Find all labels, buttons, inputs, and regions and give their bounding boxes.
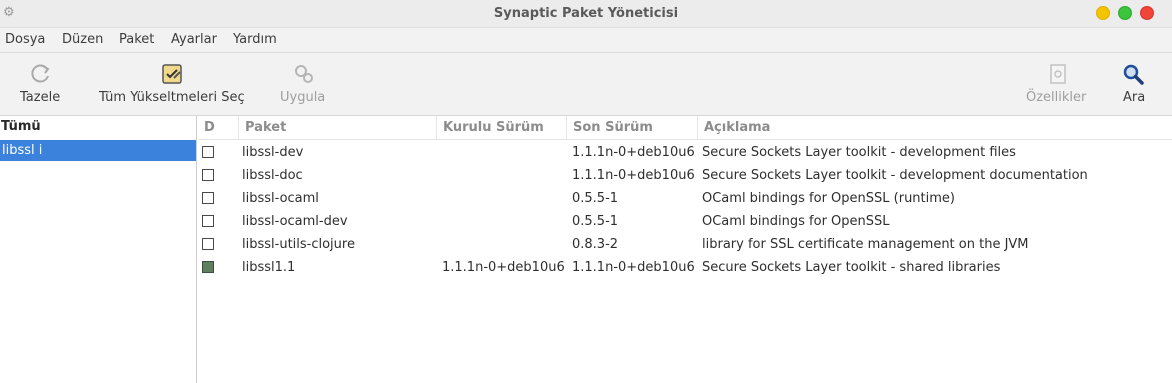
latest-version: 1.1.1n-0+deb10u6: [572, 145, 695, 160]
package-table: D Paket Kurulu Sürüm Son Sürüm Açıklama …: [198, 116, 1172, 383]
table-row[interactable]: libssl-doc 1.1.1n-0+deb10u6 Secure Sockets…: [198, 164, 1172, 187]
reload-button[interactable]: Tazele: [14, 53, 70, 116]
latest-version: 1.1.1n-0+deb10u6: [572, 260, 695, 275]
apply-gears-icon: [295, 65, 313, 83]
table-row[interactable]: libssl-dev 1.1.1n-0+deb10u6 Secure Sockets…: [198, 141, 1172, 164]
apply-button[interactable]: Uygula: [276, 53, 334, 116]
menu-edit[interactable]: Düzen: [62, 32, 103, 47]
column-status[interactable]: D: [198, 116, 238, 140]
package-name: libssl-ocaml: [242, 191, 319, 206]
column-package[interactable]: Paket: [238, 116, 436, 140]
column-installed-version[interactable]: Kurulu Sürüm: [436, 116, 566, 140]
package-name: libssl1.1: [242, 260, 296, 275]
column-description[interactable]: Açıklama: [697, 116, 1172, 140]
search-label: Ara: [1123, 90, 1146, 105]
search-icon: [1123, 64, 1144, 85]
package-description: Secure Sockets Layer toolkit - developme…: [702, 168, 1088, 183]
sidebar-header[interactable]: Tümü: [1, 119, 41, 134]
latest-version: 0.5.5-1: [572, 191, 619, 206]
filter-sidebar: Tümü libssl i: [0, 116, 197, 383]
mark-all-upgrades-button[interactable]: Tüm Yükseltmeleri Seç: [96, 53, 248, 116]
package-description: Secure Sockets Layer toolkit - shared li…: [702, 260, 1001, 275]
package-name: libssl-dev: [242, 145, 304, 160]
column-latest-version[interactable]: Son Sürüm: [566, 116, 697, 140]
latest-version: 1.1.1n-0+deb10u6: [572, 168, 695, 183]
package-name: libssl-utils-clojure: [242, 237, 355, 252]
reload-label: Tazele: [20, 90, 61, 105]
table-row[interactable]: libssl-ocaml 0.5.5-1 OCaml bindings for Op…: [198, 187, 1172, 210]
apply-label: Uygula: [280, 90, 326, 105]
package-description: library for SSL certificate management o…: [702, 237, 1029, 252]
table-row[interactable]: libssl-ocaml-dev 0.5.5-1 OCaml bindings fo…: [198, 210, 1172, 233]
status-checkbox[interactable]: [202, 238, 214, 250]
status-checkbox[interactable]: [202, 261, 214, 273]
minimize-button[interactable]: [1096, 6, 1110, 20]
close-button[interactable]: [1140, 6, 1154, 20]
status-checkbox[interactable]: [202, 192, 214, 204]
reload-icon: [31, 64, 50, 83]
menu-package[interactable]: Paket: [119, 32, 154, 47]
installed-version: 1.1.1n-0+deb10u6: [442, 260, 565, 275]
mark-all-upgrades-label: Tüm Yükseltmeleri Seç: [99, 90, 245, 105]
search-button[interactable]: Ara: [1118, 53, 1150, 116]
package-name: libssl-doc: [242, 168, 303, 183]
status-checkbox[interactable]: [202, 215, 214, 227]
toolbar: Tazele Tüm Yükseltmeleri Seç Uygula Özel…: [0, 53, 1172, 116]
package-description: OCaml bindings for OpenSSL: [702, 214, 890, 229]
menu-settings[interactable]: Ayarlar: [171, 32, 217, 47]
properties-icon: [1050, 64, 1066, 84]
sidebar-item-selected[interactable]: libssl i: [0, 140, 196, 161]
checklist-icon: [162, 64, 182, 84]
table-row[interactable]: libssl-utils-clojure 0.8.3-2 library for S…: [198, 233, 1172, 256]
table-row[interactable]: libssl1.1 1.1.1n-0+deb10u6 1.1.1n-0+deb10u…: [198, 256, 1172, 279]
latest-version: 0.5.5-1: [572, 214, 619, 229]
menu-help[interactable]: Yardım: [233, 32, 277, 47]
latest-version: 0.8.3-2: [572, 237, 619, 252]
title-bar: ⚙ Synaptic Paket Yöneticisi: [0, 0, 1172, 28]
maximize-button[interactable]: [1118, 6, 1132, 20]
package-description: Secure Sockets Layer toolkit - developme…: [702, 145, 1016, 160]
properties-label: Özellikler: [1026, 90, 1087, 105]
table-header: D Paket Kurulu Sürüm Son Sürüm Açıklama: [198, 116, 1172, 140]
status-checkbox[interactable]: [202, 146, 214, 158]
status-checkbox[interactable]: [202, 169, 214, 181]
menu-file[interactable]: Dosya: [5, 32, 45, 47]
menu-bar: Dosya Düzen Paket Ayarlar Yardım: [0, 28, 1172, 53]
package-description: OCaml bindings for OpenSSL (runtime): [702, 191, 955, 206]
package-name: libssl-ocaml-dev: [242, 214, 348, 229]
properties-button[interactable]: Özellikler: [1022, 53, 1094, 116]
window-title: Synaptic Paket Yöneticisi: [493, 6, 679, 21]
